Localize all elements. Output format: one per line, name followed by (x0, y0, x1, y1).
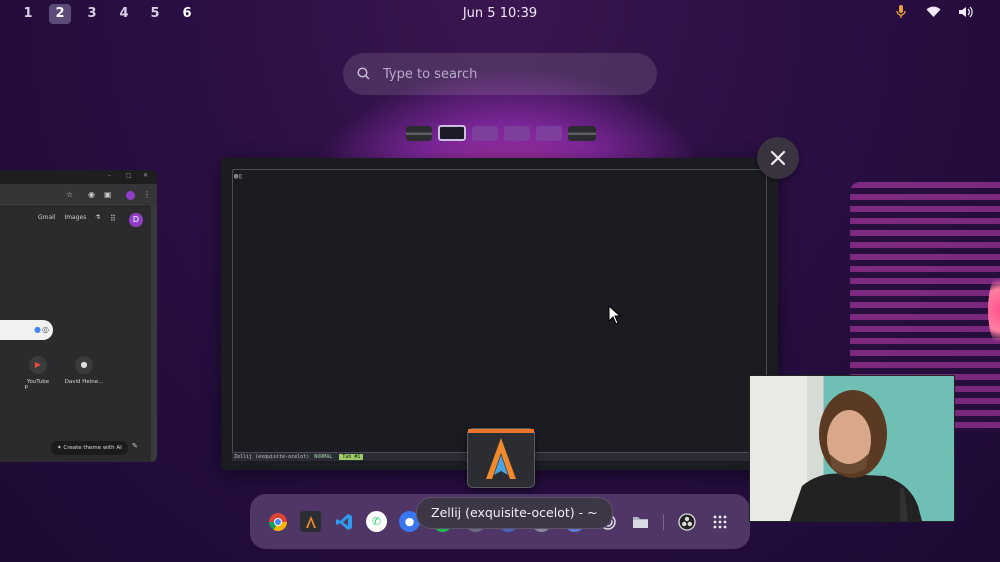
system-tray[interactable] (892, 5, 974, 23)
minimize-icon[interactable]: – (108, 172, 111, 179)
profile-icon[interactable] (126, 191, 135, 200)
close-icon[interactable]: ✕ (143, 172, 148, 179)
search-input[interactable] (381, 65, 635, 83)
workspace-thumbnail-current[interactable] (438, 125, 466, 141)
microphone-icon[interactable] (892, 5, 910, 23)
vscode-icon[interactable] (333, 511, 354, 532)
obs-icon[interactable] (676, 511, 697, 532)
volume-icon[interactable] (956, 6, 974, 22)
create-theme-button[interactable]: ✦ Create theme with AI (51, 441, 128, 455)
mode-indicator: NORMAL (314, 454, 333, 460)
dock-separator (663, 513, 664, 530)
workspace-thumbnail[interactable] (504, 126, 530, 141)
shortcut-label: YouTube (26, 379, 50, 385)
images-link[interactable]: Images (64, 214, 86, 221)
session-name: Zellij (exquisite-ocelot) (234, 454, 310, 460)
workspace-thumbnail[interactable] (406, 126, 432, 141)
chrome-icon[interactable] (267, 511, 288, 532)
shortcut-youtube[interactable]: ▶ YouTube (13, 356, 63, 385)
tab-indicator[interactable]: Tab #1 (339, 454, 364, 460)
google-search-box[interactable]: ● ◎ (0, 320, 53, 340)
whatsapp-icon[interactable]: ✆ (366, 511, 387, 532)
app-grid-icon[interactable] (709, 511, 730, 532)
close-window-button[interactable] (757, 137, 799, 179)
bookmark-star-icon[interactable]: ☆ (66, 190, 73, 199)
apps-grid-icon[interactable]: ⠿ (110, 214, 116, 223)
workspace-thumbnail[interactable] (568, 126, 596, 141)
mouse-pointer-icon (608, 304, 622, 329)
window-tooltip: Zellij (exquisite-ocelot) - ~ (416, 497, 613, 529)
menu-dots-icon[interactable]: ⋮ (143, 190, 151, 199)
alacritty-app-icon[interactable] (467, 428, 535, 488)
terminal-window[interactable]: ◍▯ Zellij (exquisite-ocelot) NORMAL Tab … (221, 158, 778, 470)
browser-toolbar: ☆ ◉ ▣ ⋮ (0, 184, 157, 207)
scrollbar[interactable] (151, 206, 157, 462)
voice-search-icon[interactable]: ● (34, 325, 41, 334)
labs-icon[interactable]: ⚗ (95, 214, 100, 221)
create-theme-label: Create theme with AI (63, 445, 122, 451)
terminal-cursor: ◍▯ (234, 172, 243, 180)
shortcut-david[interactable]: ● David Heine... (59, 356, 109, 385)
presenter-image (790, 390, 922, 521)
top-bar: 1 2 3 4 5 6 Jun 5 10:39 (0, 0, 1000, 28)
google-links: Gmail Images ⚗ (38, 214, 108, 221)
wifi-icon[interactable] (924, 6, 942, 22)
search-icon (357, 67, 371, 81)
gmail-link[interactable]: Gmail (38, 214, 56, 221)
workspace-thumbnail[interactable] (536, 126, 562, 141)
workspace-thumbnails (406, 125, 596, 141)
avatar[interactable]: D (129, 213, 143, 227)
webcam-overlay (749, 375, 955, 522)
zellij-pane[interactable] (232, 169, 767, 453)
overview-search[interactable] (343, 53, 657, 95)
youtube-icon: ▶ (29, 356, 47, 374)
browser-titlebar[interactable]: – □ ✕ (0, 170, 157, 184)
edit-pen-icon[interactable]: ✎ (132, 442, 138, 450)
files-icon[interactable] (630, 511, 651, 532)
puzzle-icon[interactable]: ▣ (104, 190, 112, 199)
lens-icon[interactable]: ◎ (42, 325, 49, 334)
extension-icon[interactable]: ◉ (88, 190, 95, 199)
alacritty-icon[interactable] (300, 511, 321, 532)
maximize-icon[interactable]: □ (126, 172, 132, 179)
close-icon (770, 150, 786, 166)
site-favicon-icon: ● (75, 356, 93, 374)
shortcut-label: David Heine... (64, 379, 104, 385)
clock[interactable]: Jun 5 10:39 (0, 6, 1000, 21)
workspace-thumbnail[interactable] (472, 126, 498, 141)
browser-window[interactable]: – □ ✕ ☆ ◉ ▣ ⋮ Gmail Images ⚗ ⠿ D ● ◎ p ▶… (0, 170, 157, 462)
